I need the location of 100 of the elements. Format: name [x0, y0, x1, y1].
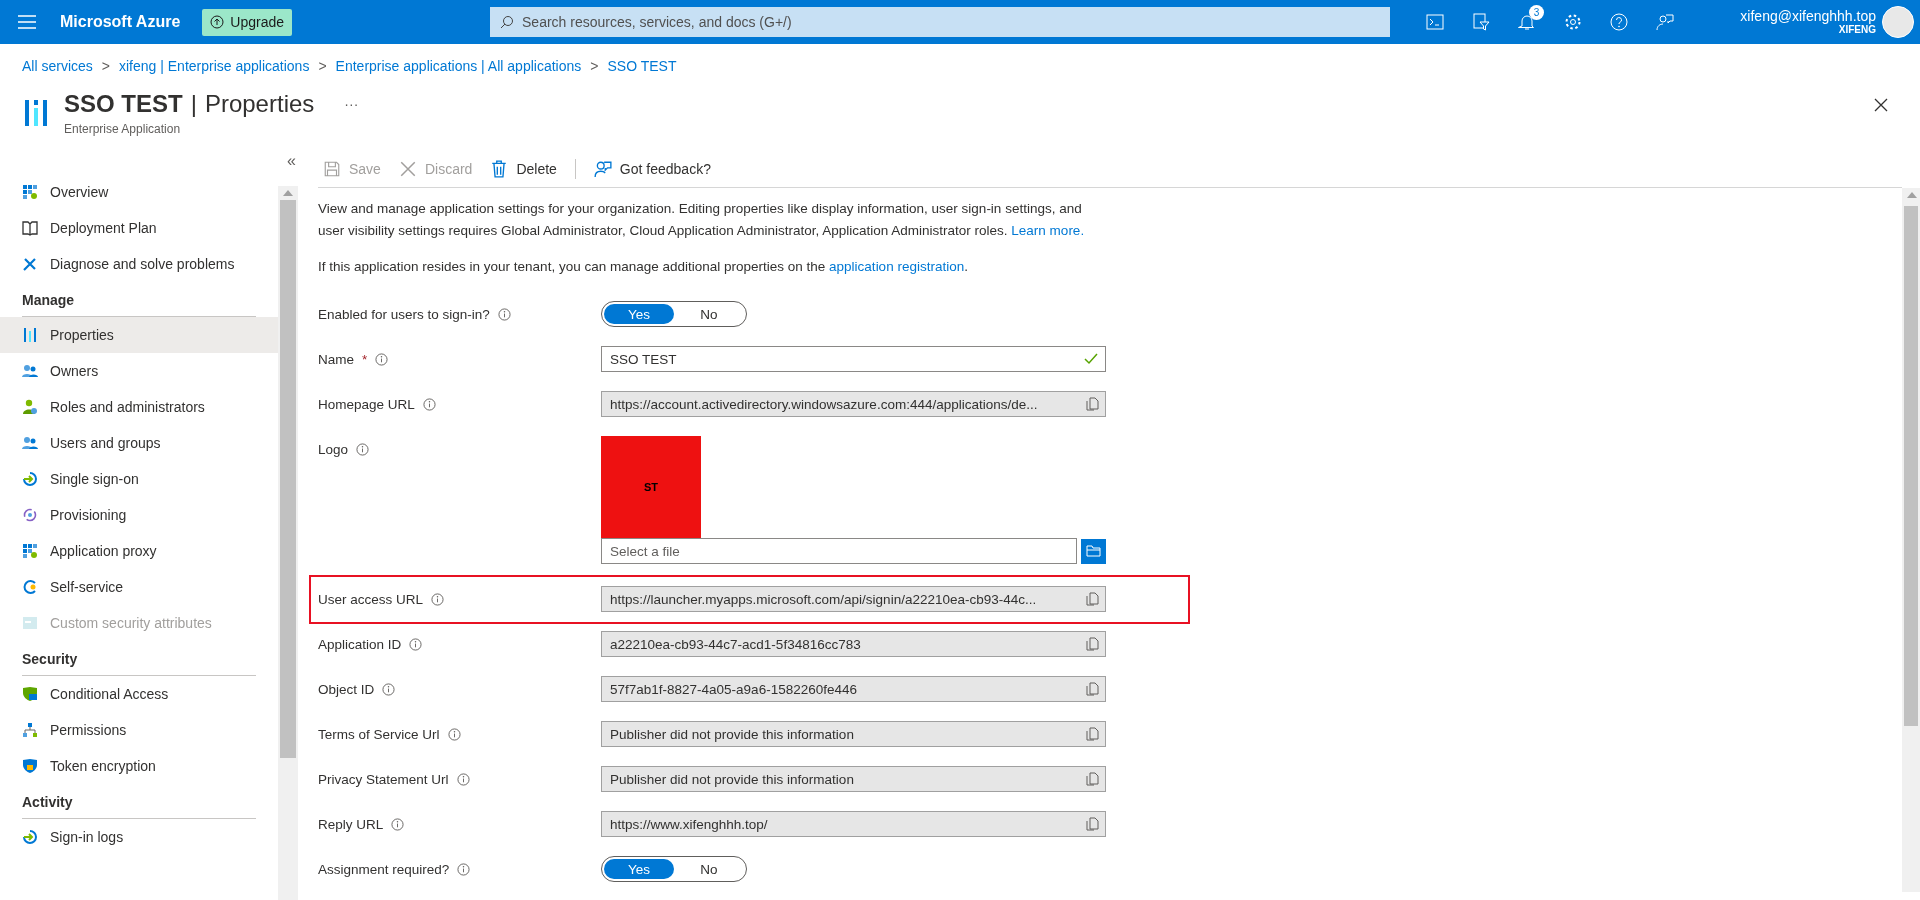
info-icon[interactable]	[375, 353, 389, 366]
toggle-option[interactable]: No	[674, 304, 744, 324]
breadcrumb-link[interactable]: xifeng | Enterprise applications	[119, 58, 310, 74]
help-icon[interactable]	[1610, 13, 1628, 31]
field-label: Object ID	[318, 682, 375, 697]
copy-icon[interactable]	[1086, 727, 1099, 741]
sidebar-item[interactable]: Roles and administrators	[0, 389, 278, 425]
breadcrumb-link[interactable]: Enterprise applications | All applications	[335, 58, 582, 74]
breadcrumb-link[interactable]: SSO TEST	[607, 58, 677, 74]
upgrade-button[interactable]: Upgrade	[202, 8, 292, 36]
collapse-button[interactable]: «	[287, 152, 296, 170]
info-icon[interactable]	[497, 308, 511, 321]
sidebar-item[interactable]: Deployment Plan	[0, 210, 278, 246]
brand-name[interactable]: Microsoft Azure	[60, 13, 181, 31]
required-mark: *	[362, 352, 368, 367]
tenant-name: XIFENG	[1838, 24, 1876, 36]
terminal-icon[interactable]	[1426, 13, 1444, 31]
section-heading: Security	[22, 651, 256, 676]
field-label: Logo	[318, 442, 349, 457]
breadcrumb-separator: >	[318, 58, 327, 74]
field-label: Terms of Service Url	[318, 727, 440, 742]
sidebar-item[interactable]: Users and groups	[0, 425, 278, 461]
scroll-up-icon[interactable]	[283, 190, 293, 196]
copy-icon[interactable]	[1086, 397, 1099, 411]
notification-badge: 3	[1529, 5, 1544, 20]
bell-icon[interactable]	[1518, 13, 1536, 31]
info-icon[interactable]	[422, 398, 436, 411]
field-label: Enabled for users to sign-in?	[318, 307, 490, 322]
info-icon[interactable]	[356, 443, 370, 456]
title-separator: |	[190, 90, 197, 118]
toggle-option[interactable]: Yes	[604, 859, 674, 879]
people-icon	[22, 435, 38, 451]
user-email[interactable]: xifeng@xifenghhh.top	[1740, 8, 1876, 25]
more-button[interactable]: ···	[344, 96, 359, 112]
sidebar-item[interactable]: Token encryption	[0, 748, 278, 784]
copy-icon[interactable]	[1086, 772, 1099, 786]
close-icon[interactable]	[1874, 98, 1888, 112]
field-label: User access URL	[318, 592, 424, 607]
arrow-circle-icon	[22, 829, 38, 845]
scroll-up-icon[interactable]	[1907, 192, 1917, 198]
intro-text: View and manage application settings for your organization. Editing properties like display information, user sign-in settings, and user visibility settings requires Global Administrator, Cloud Application Administrator, Application Administrator roles. Learn more.	[318, 200, 1086, 240]
save-icon	[323, 159, 341, 178]
upload-icon	[210, 15, 225, 29]
search-field[interactable]: Search resources, services, and docs (G+/)	[490, 7, 1390, 37]
sidebar-item[interactable]: Owners	[0, 353, 278, 389]
info-icon[interactable]	[391, 818, 405, 831]
info-icon[interactable]	[456, 773, 470, 786]
sidebar-item[interactable]: Provisioning	[0, 497, 278, 533]
shield-icon	[22, 686, 38, 702]
sidebar-item[interactable]: Conditional Access	[0, 676, 278, 712]
sidebar-item[interactable]: Diagnose and solve problems	[0, 246, 278, 282]
field-label: Assignment required?	[318, 862, 450, 877]
copy-icon[interactable]	[1086, 637, 1099, 651]
toggle-option[interactable]: Yes	[604, 304, 674, 324]
page-subtitle: Properties	[204, 90, 315, 118]
toggle-option[interactable]: No	[674, 859, 744, 879]
copy-icon[interactable]	[1086, 592, 1099, 606]
sidebar-item[interactable]: Sign-in logs	[0, 819, 278, 855]
sidebar-item[interactable]: Self-service	[0, 569, 278, 605]
file-field[interactable]: Select a file	[601, 538, 1077, 564]
toolbar-button[interactable]: Got feedback?	[593, 159, 711, 178]
avatar[interactable]	[1882, 6, 1914, 38]
trash-icon	[490, 159, 509, 178]
scrollbar[interactable]	[1902, 188, 1920, 892]
sidebar-item[interactable]: Application proxy	[0, 533, 278, 569]
lock-shield-icon	[22, 758, 38, 774]
feedback-icon[interactable]	[1656, 13, 1674, 31]
section-heading: Activity	[22, 794, 256, 819]
readonly-field: Publisher did not provide this information	[601, 766, 1106, 792]
toolbar-button[interactable]: Delete	[490, 159, 557, 178]
hierarchy-icon	[22, 722, 38, 738]
bars-icon	[22, 327, 38, 343]
filter-icon[interactable]	[1472, 13, 1490, 31]
scrollbar[interactable]	[278, 186, 298, 900]
readonly-field: https://launcher.myapps.microsoft.com/api/signin/a22210ea-cb93-44c...	[601, 586, 1106, 612]
copy-icon[interactable]	[1086, 817, 1099, 831]
sidebar-item[interactable]: Single sign-on	[0, 461, 278, 497]
name-field[interactable]: SSO TEST	[601, 346, 1106, 372]
sidebar-item[interactable]: Overview	[0, 174, 278, 210]
page-title: SSO TEST	[64, 90, 183, 118]
sidebar-item[interactable]: Properties	[0, 317, 278, 353]
info-icon[interactable]	[382, 683, 396, 696]
sync-icon	[22, 507, 38, 523]
info-icon[interactable]	[457, 863, 471, 876]
folder-icon	[1086, 545, 1101, 557]
info-icon[interactable]	[447, 728, 461, 741]
feedback-icon	[593, 159, 612, 178]
field-label: Homepage URL	[318, 397, 415, 412]
sidebar-item[interactable]: Permissions	[0, 712, 278, 748]
info-icon[interactable]	[431, 593, 445, 606]
grid-icon	[22, 543, 38, 559]
menu-icon[interactable]	[18, 15, 36, 29]
settings-icon[interactable]	[1564, 13, 1582, 31]
browse-button[interactable]	[1081, 538, 1106, 564]
close-icon	[398, 159, 417, 178]
breadcrumb-link[interactable]: All services	[22, 58, 93, 74]
copy-icon[interactable]	[1086, 682, 1099, 696]
readonly-field: https://account.activedirectory.windowsazure.com:444/applications/de...	[601, 391, 1106, 417]
info-icon[interactable]	[409, 638, 423, 651]
learn-more-link[interactable]: Learn more.	[1011, 223, 1085, 238]
